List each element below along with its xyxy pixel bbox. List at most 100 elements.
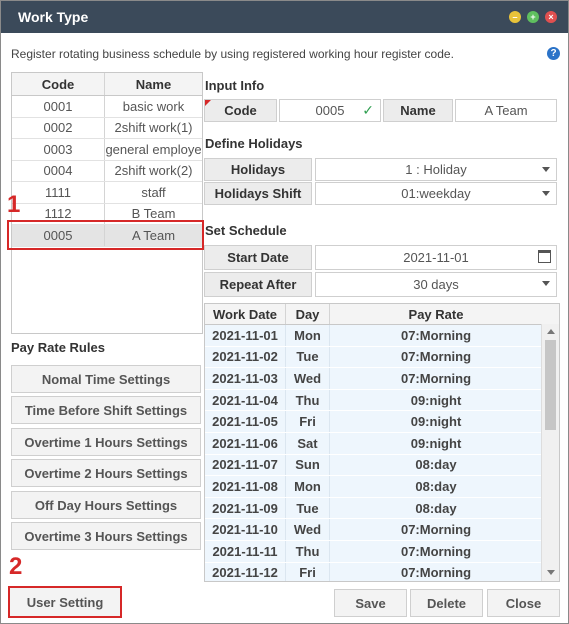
scroll-down-icon[interactable] (547, 570, 555, 575)
overtime-1-hours-settings-button[interactable]: Overtime 1 Hours Settings (11, 428, 201, 456)
cell-pay-rate: 08:day (415, 500, 457, 516)
cell-pay-rate: 08:day (415, 478, 457, 494)
time-before-shift-settings-button[interactable]: Time Before Shift Settings (11, 396, 201, 424)
cell-work-date: 2021-11-08 (205, 476, 286, 497)
code-field[interactable]: 0005 ✓ (279, 99, 381, 122)
start-date-label: Start Date (204, 245, 312, 270)
maximize-icon[interactable]: + (527, 11, 539, 23)
cell-day: Thu (286, 540, 330, 562)
table-row[interactable]: 2021-11-02 Tue 07:Morning (205, 346, 559, 369)
pay-rate-rules-title: Pay Rate Rules (11, 340, 105, 355)
table-row[interactable]: 2021-11-05 Fri 09:night (205, 411, 559, 433)
holidays-label: Holidays (204, 158, 312, 181)
table-row[interactable]: 2021-11-11 Thu 07:Morning (205, 540, 559, 563)
cell-work-date: 2021-11-03 (205, 368, 286, 389)
list-item-name: 2shift work(1) (114, 120, 193, 136)
input-info-title: Input Info (205, 78, 265, 93)
holidays-select[interactable]: 1 : Holiday (315, 158, 557, 181)
list-item-name: 2shift work(2) (114, 163, 193, 179)
table-row[interactable]: 2021-11-08 Mon 08:day (205, 476, 559, 498)
cell-pay-rate: 09:night (410, 414, 462, 430)
code-label: Code (204, 99, 277, 122)
help-icon[interactable]: ? (547, 47, 560, 60)
chevron-down-icon[interactable] (542, 167, 550, 172)
calendar-icon[interactable] (538, 250, 551, 263)
cell-pay-rate: 09:night (410, 392, 462, 408)
schedule-grid: Work Date Day Pay Rate 2021-11-01 Mon 07:M… (204, 303, 560, 582)
holidays-shift-select[interactable]: 01:weekday (315, 182, 557, 205)
cell-day: Wed (286, 519, 330, 540)
chevron-down-icon[interactable] (542, 281, 550, 286)
table-row[interactable]: 2021-11-06 Sat 09:night (205, 432, 559, 455)
cell-pay-rate: 07:Morning (400, 327, 472, 343)
overtime-3-hours-settings-button[interactable]: Overtime 3 Hours Settings (11, 522, 201, 550)
cell-day: Tue (286, 346, 330, 368)
cell-day: Wed (286, 368, 330, 389)
close-button[interactable]: Close (487, 589, 560, 617)
cell-work-date: 2021-11-10 (205, 519, 286, 540)
list-item-code: 0003 (12, 139, 105, 160)
delete-button[interactable]: Delete (410, 589, 483, 617)
schedule-scrollbar[interactable] (541, 324, 559, 581)
name-label: Name (383, 99, 453, 122)
schedule-grid-header: Work Date Day Pay Rate (205, 304, 559, 325)
start-date-field[interactable]: 2021-11-01 (315, 245, 557, 270)
list-item-code: 1111 (12, 182, 105, 203)
set-schedule-title: Set Schedule (205, 223, 287, 238)
cell-day: Sat (286, 432, 330, 454)
list-item-code: 0001 (12, 96, 105, 117)
cell-day: Tue (286, 497, 330, 519)
table-row[interactable]: 2021-11-03 Wed 07:Morning (205, 368, 559, 390)
holidays-shift-label: Holidays Shift (204, 182, 312, 205)
cell-pay-rate: 07:Morning (400, 565, 472, 581)
title-bar: Work Type – + × (1, 1, 568, 33)
cell-work-date: 2021-11-02 (205, 346, 286, 368)
list-item[interactable]: 0003 general employe (12, 139, 202, 161)
list-item[interactable]: 0001 basic work (12, 96, 202, 118)
cell-work-date: 2021-11-11 (205, 540, 286, 562)
minimize-icon[interactable]: – (509, 11, 521, 23)
work-type-window: Work Type – + × Register rotating busine… (0, 0, 569, 624)
code-label-text: Code (224, 103, 257, 118)
list-item-code: 0002 (12, 117, 105, 138)
column-header-code: Code (12, 73, 105, 95)
list-item-code: 0004 (12, 160, 105, 181)
list-item[interactable]: 1111 staff (12, 182, 202, 204)
cell-day: Sun (286, 454, 330, 476)
scrollbar-thumb[interactable] (545, 340, 556, 430)
table-row[interactable]: 2021-11-12 Fri 07:Morning (205, 562, 559, 581)
window-title: Work Type (18, 9, 89, 25)
scroll-up-icon[interactable] (547, 329, 555, 334)
step-2-marker: 2 (9, 553, 23, 580)
cell-pay-rate: 07:Morning (400, 543, 472, 559)
column-header-name: Name (135, 76, 172, 92)
table-row[interactable]: 2021-11-09 Tue 08:day (205, 497, 559, 520)
cell-work-date: 2021-11-09 (205, 497, 286, 519)
table-row[interactable]: 2021-11-10 Wed 07:Morning (205, 519, 559, 541)
table-row[interactable]: 2021-11-04 Thu 09:night (205, 389, 559, 412)
chevron-down-icon[interactable] (542, 191, 550, 196)
overtime-2-hours-settings-button[interactable]: Overtime 2 Hours Settings (11, 459, 201, 487)
nomal-time-settings-button[interactable]: Nomal Time Settings (11, 365, 201, 393)
repeat-after-select[interactable]: 30 days (315, 272, 557, 297)
define-holidays-title: Define Holidays (205, 136, 303, 151)
list-item[interactable]: 0002 2shift work(1) (12, 117, 202, 139)
user-setting-button[interactable]: User Setting (8, 586, 122, 618)
cell-day: Mon (286, 476, 330, 497)
list-item-name: basic work (122, 98, 185, 114)
table-row[interactable]: 2021-11-07 Sun 08:day (205, 454, 559, 477)
cell-day: Mon (286, 325, 330, 346)
code-list: Code Name 0001 basic work 0002 2shift work… (11, 72, 203, 334)
save-button[interactable]: Save (334, 589, 407, 617)
cell-pay-rate: 08:day (415, 457, 457, 473)
table-row[interactable]: 2021-11-01 Mon 07:Morning (205, 325, 559, 347)
repeat-after-value: 30 days (413, 277, 459, 292)
step-1-marker: 1 (7, 191, 21, 218)
list-item[interactable]: 0004 2shift work(2) (12, 160, 202, 182)
cell-work-date: 2021-11-01 (205, 325, 286, 346)
off-day-hours-settings-button[interactable]: Off Day Hours Settings (11, 491, 201, 519)
cell-day: Fri (286, 562, 330, 581)
close-icon[interactable]: × (545, 11, 557, 23)
name-field[interactable]: A Team (455, 99, 557, 122)
cell-pay-rate: 09:night (410, 435, 462, 451)
